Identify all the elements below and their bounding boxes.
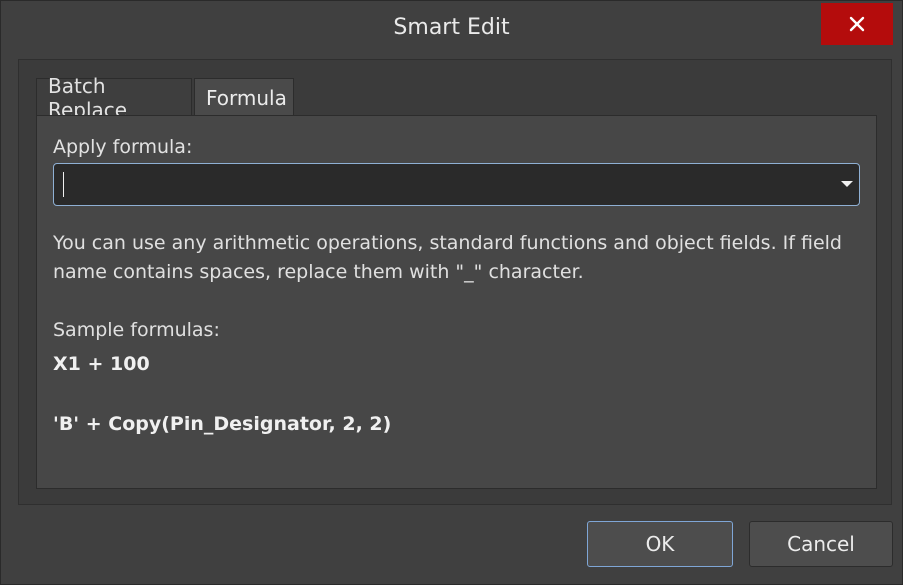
cancel-button[interactable]: Cancel (749, 521, 893, 567)
window-title: Smart Edit (393, 15, 510, 40)
ok-button[interactable]: OK (587, 521, 733, 567)
sample-formulas-label: Sample formulas: (53, 319, 220, 341)
title-bar: Smart Edit (1, 1, 902, 59)
sample-formula-1: X1 + 100 (53, 353, 150, 375)
help-text: You can use any arithmetic operations, s… (53, 232, 842, 283)
close-button[interactable] (821, 3, 893, 45)
apply-formula-combobox[interactable] (53, 163, 860, 206)
chevron-down-icon[interactable] (841, 181, 853, 187)
text-caret (63, 172, 64, 197)
tab-formula[interactable]: Formula (194, 78, 294, 116)
tab-batch-replace[interactable]: Batch Replace (36, 74, 192, 122)
apply-formula-label: Apply formula: (53, 136, 193, 158)
tab-bar: Batch Replace Formula (36, 74, 294, 122)
smart-edit-dialog: Smart Edit Batch Replace Formula Apply f… (0, 0, 903, 585)
close-icon (849, 16, 865, 32)
sample-formula-2: 'B' + Copy(Pin_Designator, 2, 2) (53, 413, 392, 435)
